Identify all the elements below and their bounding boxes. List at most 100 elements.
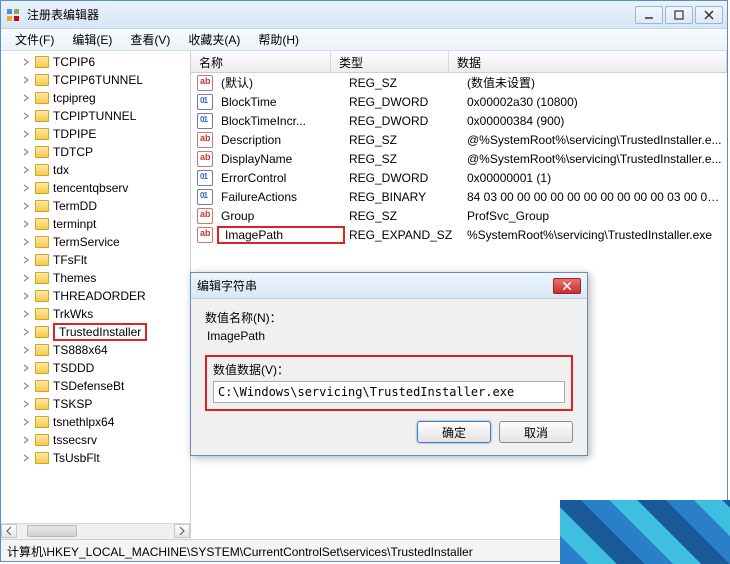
- scroll-left-icon[interactable]: [1, 524, 17, 538]
- dialog-titlebar[interactable]: 编辑字符串: [191, 273, 587, 299]
- expand-arrow-icon[interactable]: [23, 183, 33, 193]
- cancel-button[interactable]: 取消: [499, 421, 573, 443]
- tree-item-tsksp[interactable]: TSKSP: [1, 395, 190, 413]
- menu-edit[interactable]: 编辑(E): [64, 29, 120, 50]
- value-row[interactable]: FailureActionsREG_BINARY84 03 00 00 00 0…: [191, 187, 727, 206]
- column-type[interactable]: 类型: [331, 51, 449, 72]
- expand-arrow-icon[interactable]: [23, 345, 33, 355]
- menu-favorites[interactable]: 收藏夹(A): [180, 29, 248, 50]
- tree-item-termservice[interactable]: TermService: [1, 233, 190, 251]
- tree-item-terminpt[interactable]: terminpt: [1, 215, 190, 233]
- tree-item-ts888x64[interactable]: TS888x64: [1, 341, 190, 359]
- folder-icon: [35, 218, 49, 230]
- value-row[interactable]: ErrorControlREG_DWORD0x00000001 (1): [191, 168, 727, 187]
- value-row[interactable]: BlockTimeIncr...REG_DWORD0x00000384 (900…: [191, 111, 727, 130]
- maximize-button[interactable]: [665, 6, 693, 24]
- tree-item-themes[interactable]: Themes: [1, 269, 190, 287]
- ok-button[interactable]: 确定: [417, 421, 491, 443]
- expand-arrow-icon[interactable]: [23, 165, 33, 175]
- value-name-display: ImagePath: [205, 329, 573, 345]
- folder-icon: [35, 182, 49, 194]
- tree-item-tsddd[interactable]: TSDDD: [1, 359, 190, 377]
- value-row[interactable]: DescriptionREG_SZ@%SystemRoot%\servicing…: [191, 130, 727, 149]
- value-row[interactable]: BlockTimeREG_DWORD0x00002a30 (10800): [191, 92, 727, 111]
- expand-arrow-icon[interactable]: [23, 75, 33, 85]
- value-name: BlockTimeIncr...: [217, 114, 345, 128]
- expand-arrow-icon[interactable]: [23, 399, 33, 409]
- value-name: (默认): [217, 74, 345, 91]
- expand-arrow-icon[interactable]: [23, 435, 33, 445]
- expand-arrow-icon[interactable]: [23, 57, 33, 67]
- tree-label: TrustedInstaller: [53, 323, 147, 341]
- string-value-icon: [197, 227, 213, 243]
- expand-arrow-icon[interactable]: [23, 363, 33, 373]
- expand-arrow-icon[interactable]: [23, 255, 33, 265]
- tree-item-trustedinstaller[interactable]: TrustedInstaller: [1, 323, 190, 341]
- scroll-right-icon[interactable]: [174, 524, 190, 538]
- value-type: REG_BINARY: [345, 190, 463, 204]
- menubar: 文件(F) 编辑(E) 查看(V) 收藏夹(A) 帮助(H): [1, 29, 727, 51]
- expand-arrow-icon[interactable]: [23, 237, 33, 247]
- binary-value-icon: [197, 170, 213, 186]
- tree-item-tencentqbserv[interactable]: tencentqbserv: [1, 179, 190, 197]
- expand-arrow-icon[interactable]: [23, 381, 33, 391]
- expand-arrow-icon[interactable]: [23, 147, 33, 157]
- value-row[interactable]: (默认)REG_SZ(数值未设置): [191, 73, 727, 92]
- tree-item-tsnethlpx64[interactable]: tsnethlpx64: [1, 413, 190, 431]
- tree-item-tsusbflt[interactable]: TsUsbFlt: [1, 449, 190, 467]
- value-data-input[interactable]: [213, 381, 565, 403]
- horizontal-scrollbar[interactable]: [1, 523, 190, 539]
- column-name[interactable]: 名称: [191, 51, 331, 72]
- tree-item-tdpipe[interactable]: TDPIPE: [1, 125, 190, 143]
- expand-arrow-icon[interactable]: [23, 219, 33, 229]
- tree-item-threadorder[interactable]: THREADORDER: [1, 287, 190, 305]
- value-type: REG_SZ: [345, 209, 463, 223]
- expand-arrow-icon[interactable]: [23, 111, 33, 121]
- close-button[interactable]: [695, 6, 723, 24]
- tree-item-tsdefensebt[interactable]: TSDefenseBt: [1, 377, 190, 395]
- value-row[interactable]: ImagePathREG_EXPAND_SZ%SystemRoot%\servi…: [191, 225, 727, 244]
- titlebar[interactable]: 注册表编辑器: [1, 1, 727, 29]
- expand-arrow-icon[interactable]: [23, 129, 33, 139]
- tree-item-tcpiptunnel[interactable]: TCPIPTUNNEL: [1, 107, 190, 125]
- tree-item-termdd[interactable]: TermDD: [1, 197, 190, 215]
- expand-arrow-icon[interactable]: [23, 201, 33, 211]
- value-name: Description: [217, 133, 345, 147]
- tree-label: TS888x64: [53, 343, 108, 357]
- string-value-icon: [197, 208, 213, 224]
- value-type: REG_DWORD: [345, 95, 463, 109]
- tree-item-tssecsrv[interactable]: tssecsrv: [1, 431, 190, 449]
- tree-item-tcpip6[interactable]: TCPIP6: [1, 53, 190, 71]
- value-data: ProfSvc_Group: [463, 209, 727, 223]
- menu-help[interactable]: 帮助(H): [250, 29, 307, 50]
- value-data: 0x00002a30 (10800): [463, 95, 727, 109]
- tree-item-tcpipreg[interactable]: tcpipreg: [1, 89, 190, 107]
- expand-arrow-icon[interactable]: [23, 327, 33, 337]
- dialog-close-button[interactable]: [553, 278, 581, 294]
- tree-label: tssecsrv: [53, 433, 97, 447]
- menu-file[interactable]: 文件(F): [7, 29, 62, 50]
- scroll-thumb[interactable]: [27, 525, 77, 537]
- expand-arrow-icon[interactable]: [23, 291, 33, 301]
- value-data: @%SystemRoot%\servicing\TrustedInstaller…: [463, 133, 727, 147]
- value-row[interactable]: GroupREG_SZProfSvc_Group: [191, 206, 727, 225]
- tree-label: TrkWks: [53, 307, 93, 321]
- expand-arrow-icon[interactable]: [23, 93, 33, 103]
- tree-item-trkwks[interactable]: TrkWks: [1, 305, 190, 323]
- tree-item-tdtcp[interactable]: TDTCP: [1, 143, 190, 161]
- value-name: DisplayName: [217, 152, 345, 166]
- folder-icon: [35, 128, 49, 140]
- column-data[interactable]: 数据: [449, 51, 727, 72]
- menu-view[interactable]: 查看(V): [122, 29, 178, 50]
- tree-item-tfsflt[interactable]: TFsFlt: [1, 251, 190, 269]
- value-row[interactable]: DisplayNameREG_SZ@%SystemRoot%\servicing…: [191, 149, 727, 168]
- expand-arrow-icon[interactable]: [23, 453, 33, 463]
- tree-item-tcpip6tunnel[interactable]: TCPIP6TUNNEL: [1, 71, 190, 89]
- folder-icon: [35, 380, 49, 392]
- minimize-button[interactable]: [635, 6, 663, 24]
- expand-arrow-icon[interactable]: [23, 273, 33, 283]
- tree-panel[interactable]: TCPIP6TCPIP6TUNNELtcpipregTCPIPTUNNELTDP…: [1, 51, 191, 539]
- expand-arrow-icon[interactable]: [23, 417, 33, 427]
- tree-item-tdx[interactable]: tdx: [1, 161, 190, 179]
- expand-arrow-icon[interactable]: [23, 309, 33, 319]
